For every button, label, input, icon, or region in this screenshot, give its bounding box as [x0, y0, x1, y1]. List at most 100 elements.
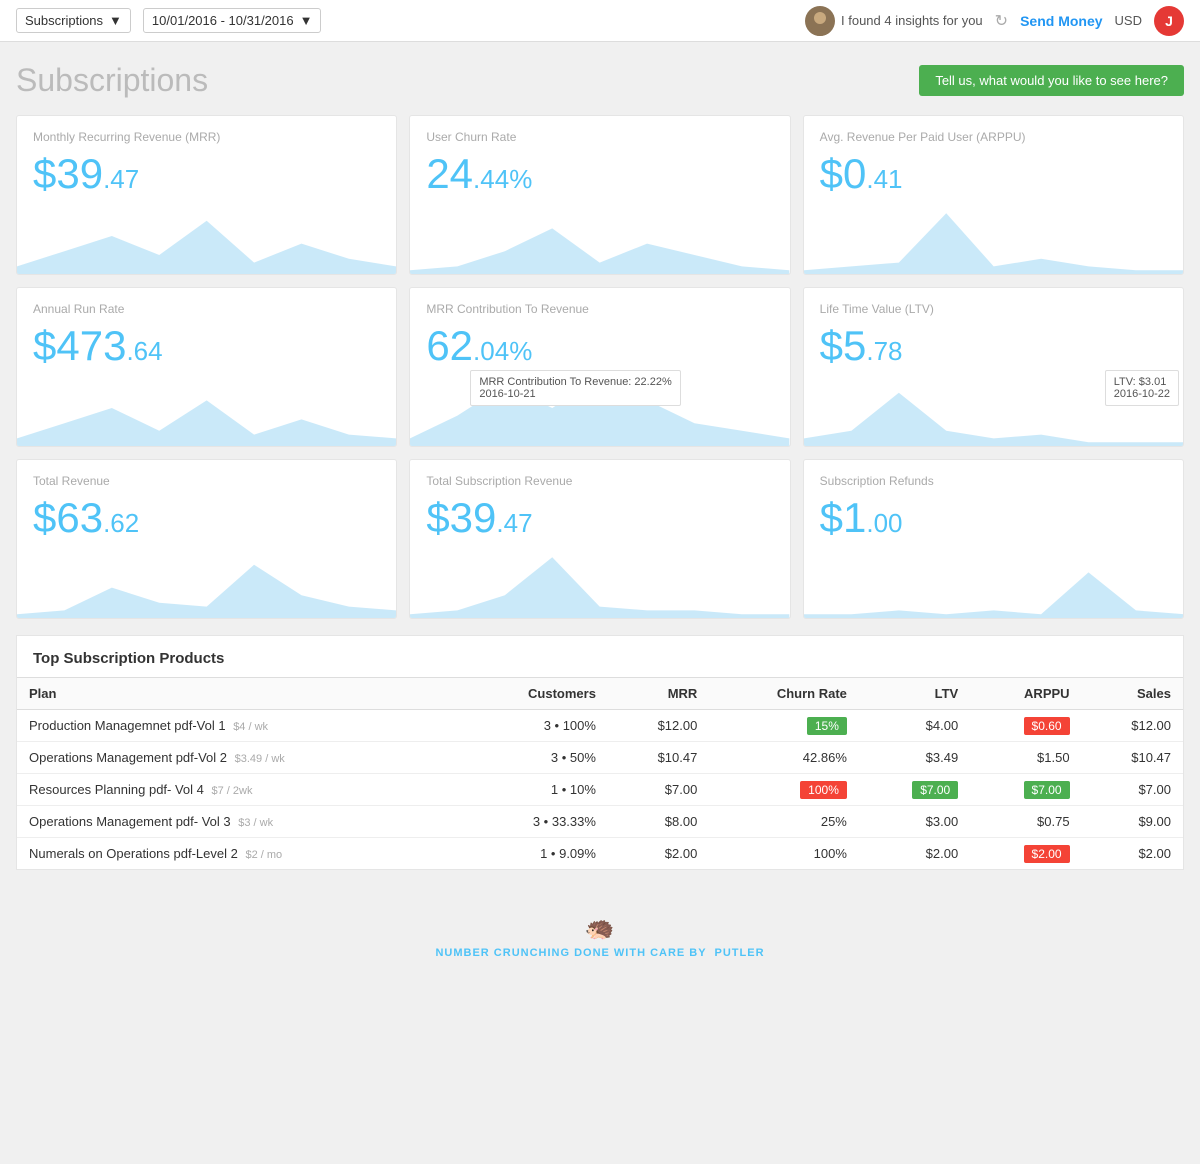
subscriptions-dropdown[interactable]: Subscriptions ▼: [16, 8, 131, 33]
metric-card-5[interactable]: Life Time Value (LTV)$5.78 LTV: $3.01201…: [803, 287, 1184, 447]
header: Subscriptions ▼ 10/01/2016 - 10/31/2016 …: [0, 0, 1200, 42]
metric-label-0: Monthly Recurring Revenue (MRR): [33, 130, 380, 144]
metric-label-2: Avg. Revenue Per Paid User (ARPPU): [820, 130, 1167, 144]
cell-mrr-3: $8.00: [608, 806, 709, 838]
cell-ltv-4: $2.00: [859, 838, 970, 870]
send-money-button[interactable]: Send Money: [1020, 13, 1102, 29]
table-row-1[interactable]: Operations Management pdf-Vol 2 $3.49 / …: [17, 742, 1183, 774]
user-avatar[interactable]: J: [1154, 6, 1184, 36]
cell-arppu-2: $7.00: [970, 774, 1081, 806]
metric-label-7: Total Subscription Revenue: [426, 474, 773, 488]
cell-plan-1: Operations Management pdf-Vol 2 $3.49 / …: [17, 742, 462, 774]
col-header-0: Plan: [17, 678, 462, 710]
metrics-grid: Monthly Recurring Revenue (MRR)$39.47 Us…: [16, 115, 1184, 619]
col-header-1: Customers: [462, 678, 608, 710]
calendar-icon: ▼: [300, 13, 313, 28]
cell-mrr-1: $10.47: [608, 742, 709, 774]
metric-value-4: 62.04%: [426, 322, 773, 370]
metric-card-4[interactable]: MRR Contribution To Revenue62.04% MRR Co…: [409, 287, 790, 447]
cell-ltv-3: $3.00: [859, 806, 970, 838]
cell-customers-2: 1 • 10%: [462, 774, 608, 806]
cell-customers-3: 3 • 33.33%: [462, 806, 608, 838]
chevron-down-icon: ▼: [109, 13, 122, 28]
refresh-icon[interactable]: ↻: [995, 11, 1008, 31]
table-row-2[interactable]: Resources Planning pdf- Vol 4 $7 / 2wk1 …: [17, 774, 1183, 806]
col-header-4: LTV: [859, 678, 970, 710]
metric-card-7[interactable]: Total Subscription Revenue $39.47: [409, 459, 790, 619]
metric-label-4: MRR Contribution To Revenue: [426, 302, 773, 316]
metric-label-6: Total Revenue: [33, 474, 380, 488]
cell-ltv-0: $4.00: [859, 710, 970, 742]
cell-churn-3: 25%: [709, 806, 859, 838]
table-row-0[interactable]: Production Managemnet pdf-Vol 1 $4 / wk3…: [17, 710, 1183, 742]
col-header-5: ARPPU: [970, 678, 1081, 710]
cell-ltv-1: $3.49: [859, 742, 970, 774]
page-body: Subscriptions Tell us, what would you li…: [0, 42, 1200, 890]
cell-mrr-2: $7.00: [608, 774, 709, 806]
cell-arppu-3: $0.75: [970, 806, 1081, 838]
metric-label-1: User Churn Rate: [426, 130, 773, 144]
cell-ltv-2: $7.00: [859, 774, 970, 806]
metric-card-3[interactable]: Annual Run Rate $473.64: [16, 287, 397, 447]
metric-label-8: Subscription Refunds: [820, 474, 1167, 488]
insights-avatar: [805, 6, 835, 36]
metric-value-8: $1.00: [820, 494, 1167, 542]
metric-card-2[interactable]: Avg. Revenue Per Paid User (ARPPU)$0.41: [803, 115, 1184, 275]
cell-churn-4: 100%: [709, 838, 859, 870]
metric-label-3: Annual Run Rate: [33, 302, 380, 316]
cell-customers-1: 3 • 50%: [462, 742, 608, 774]
feedback-button[interactable]: Tell us, what would you like to see here…: [919, 65, 1184, 96]
cell-churn-0: 15%: [709, 710, 859, 742]
sparkline-3: [17, 366, 396, 446]
col-header-3: Churn Rate: [709, 678, 859, 710]
metric-card-8[interactable]: Subscription Refunds $1.00: [803, 459, 1184, 619]
table-title: Top Subscription Products: [17, 636, 1183, 677]
metric-card-1[interactable]: User Churn Rate 24.44%: [409, 115, 790, 275]
sparkline-2: [804, 194, 1183, 274]
insights-section: I found 4 insights for you: [805, 6, 983, 36]
col-header-2: MRR: [608, 678, 709, 710]
sparkline-5: [804, 366, 1183, 446]
cell-customers-4: 1 • 9.09%: [462, 838, 608, 870]
insights-text: I found 4 insights for you: [841, 13, 983, 28]
page-title: Subscriptions: [16, 62, 208, 99]
dropdown-label: Subscriptions: [25, 13, 103, 28]
cell-churn-2: 100%: [709, 774, 859, 806]
metric-value-3: $473.64: [33, 322, 380, 370]
metric-card-0[interactable]: Monthly Recurring Revenue (MRR)$39.47: [16, 115, 397, 275]
cell-sales-1: $10.47: [1082, 742, 1183, 774]
table-row-4[interactable]: Numerals on Operations pdf-Level 2 $2 / …: [17, 838, 1183, 870]
sparkline-8: [804, 538, 1183, 618]
metric-value-1: 24.44%: [426, 150, 773, 198]
sparkline-7: [410, 538, 789, 618]
cell-mrr-0: $12.00: [608, 710, 709, 742]
metric-label-5: Life Time Value (LTV): [820, 302, 1167, 316]
footer-icon: 🦔: [24, 914, 1176, 943]
cell-plan-0: Production Managemnet pdf-Vol 1 $4 / wk: [17, 710, 462, 742]
metric-value-6: $63.62: [33, 494, 380, 542]
cell-sales-4: $2.00: [1082, 838, 1183, 870]
sparkline-4: [410, 366, 789, 446]
footer-text: NUMBER CRUNCHING DONE WITH CARE BY PUTLE…: [435, 947, 764, 959]
cell-sales-0: $12.00: [1082, 710, 1183, 742]
cell-plan-2: Resources Planning pdf- Vol 4 $7 / 2wk: [17, 774, 462, 806]
date-range-picker[interactable]: 10/01/2016 - 10/31/2016 ▼: [143, 8, 322, 33]
cell-churn-1: 42.86%: [709, 742, 859, 774]
metric-value-5: $5.78: [820, 322, 1167, 370]
page-title-row: Subscriptions Tell us, what would you li…: [16, 62, 1184, 99]
cell-sales-2: $7.00: [1082, 774, 1183, 806]
cell-sales-3: $9.00: [1082, 806, 1183, 838]
sparkline-0: [17, 194, 396, 274]
sparkline-6: [17, 538, 396, 618]
table-row-3[interactable]: Operations Management pdf- Vol 3 $3 / wk…: [17, 806, 1183, 838]
top-products-table: PlanCustomersMRRChurn RateLTVARPPUSales …: [17, 677, 1183, 869]
metric-card-6[interactable]: Total Revenue $63.62: [16, 459, 397, 619]
date-range-label: 10/01/2016 - 10/31/2016: [152, 13, 294, 28]
currency-label: USD: [1115, 13, 1142, 28]
brand-name: PUTLER: [715, 947, 765, 959]
cell-customers-0: 3 • 100%: [462, 710, 608, 742]
table-body: Production Managemnet pdf-Vol 1 $4 / wk3…: [17, 710, 1183, 870]
col-header-6: Sales: [1082, 678, 1183, 710]
sparkline-1: [410, 194, 789, 274]
metric-value-7: $39.47: [426, 494, 773, 542]
